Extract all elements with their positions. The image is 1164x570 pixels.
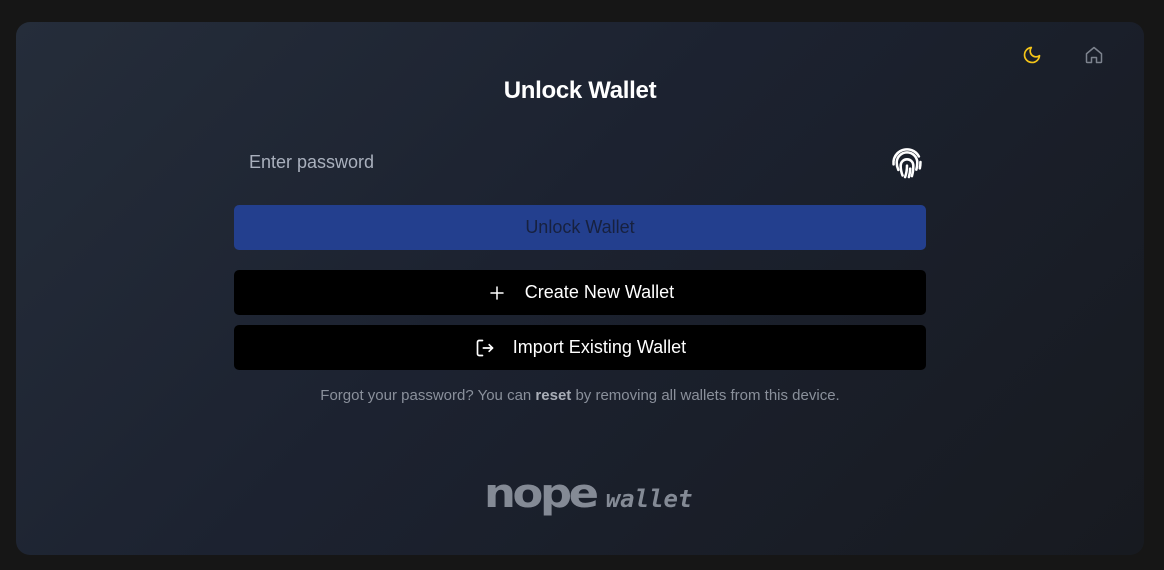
reset-link[interactable]: reset xyxy=(535,387,571,404)
forgot-password-text: Forgot your password? You can reset by r… xyxy=(16,387,1144,404)
unlock-card: Unlock Wallet Unlock Wallet Create New W… xyxy=(16,22,1144,555)
import-existing-wallet-button[interactable]: Import Existing Wallet xyxy=(234,325,926,370)
moon-icon xyxy=(1023,46,1041,64)
page-title: Unlock Wallet xyxy=(503,77,657,104)
brand-name: nope xyxy=(484,471,599,517)
forgot-suffix: by removing all wallets from this device… xyxy=(571,387,840,404)
biometric-unlock-button[interactable] xyxy=(888,143,926,181)
create-new-wallet-button[interactable]: Create New Wallet xyxy=(234,270,926,315)
brand-logo: nope wallet xyxy=(484,471,693,517)
password-field-wrapper xyxy=(234,140,926,184)
sign-in-icon xyxy=(474,337,496,359)
fingerprint-icon xyxy=(892,148,922,179)
theme-toggle-button[interactable] xyxy=(1021,44,1043,66)
home-button[interactable] xyxy=(1083,44,1105,66)
password-input[interactable] xyxy=(234,140,926,184)
unlock-wallet-button[interactable]: Unlock Wallet xyxy=(234,205,926,250)
brand-product: wallet xyxy=(605,485,693,513)
import-existing-wallet-label: Import Existing Wallet xyxy=(512,337,687,357)
plus-icon xyxy=(486,282,508,304)
create-new-wallet-label: Create New Wallet xyxy=(524,282,675,302)
home-icon xyxy=(1085,46,1103,64)
forgot-prefix: Forgot your password? You can xyxy=(320,387,536,404)
unlock-wallet-label: Unlock Wallet xyxy=(525,217,635,237)
